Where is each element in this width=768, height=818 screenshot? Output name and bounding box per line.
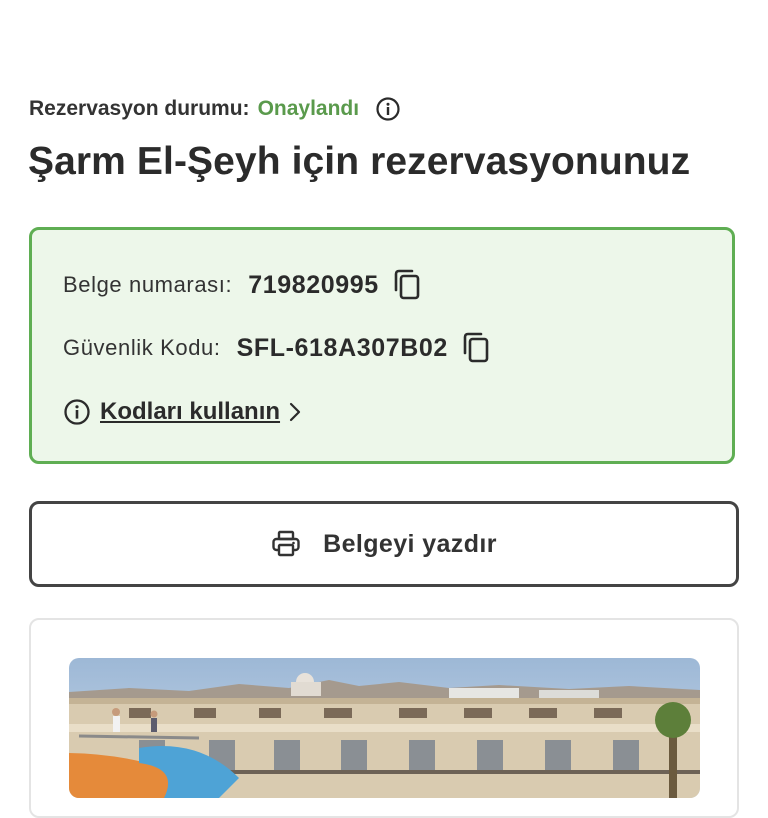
print-document-button[interactable]: Belgeyi yazdır <box>29 501 739 587</box>
security-code-value: SFL-618A307B02 <box>236 333 448 362</box>
document-number-label: Belge numarası: <box>63 272 233 297</box>
booking-status: Rezervasyon durumu: Onaylandı <box>29 96 401 122</box>
document-number-row: Belge numarası: 719820995 <box>63 268 423 302</box>
chevron-right-icon <box>288 401 302 423</box>
use-codes-link[interactable]: Kodları kullanın <box>63 398 302 426</box>
hotel-card[interactable] <box>29 618 739 818</box>
print-button-label: Belgeyi yazdır <box>323 529 497 558</box>
info-icon <box>63 398 91 426</box>
copy-icon[interactable] <box>460 331 492 365</box>
copy-icon[interactable] <box>391 268 423 302</box>
security-code-label: Güvenlik Kodu: <box>63 335 221 360</box>
booking-codes-card: Belge numarası: 719820995 Güvenlik Kodu:… <box>29 227 735 464</box>
security-code-row: Güvenlik Kodu: SFL-618A307B02 <box>63 331 492 365</box>
use-codes-link-text[interactable]: Kodları kullanın <box>100 398 280 426</box>
status-label: Rezervasyon durumu: <box>29 97 250 120</box>
status-value: Onaylandı <box>257 97 360 120</box>
hotel-photo[interactable] <box>69 658 700 798</box>
printer-icon <box>271 530 301 558</box>
page-title: Şarm El-Şeyh için rezervasyonunuz <box>28 140 691 183</box>
document-number-value: 719820995 <box>248 270 379 299</box>
info-icon[interactable] <box>375 96 401 122</box>
